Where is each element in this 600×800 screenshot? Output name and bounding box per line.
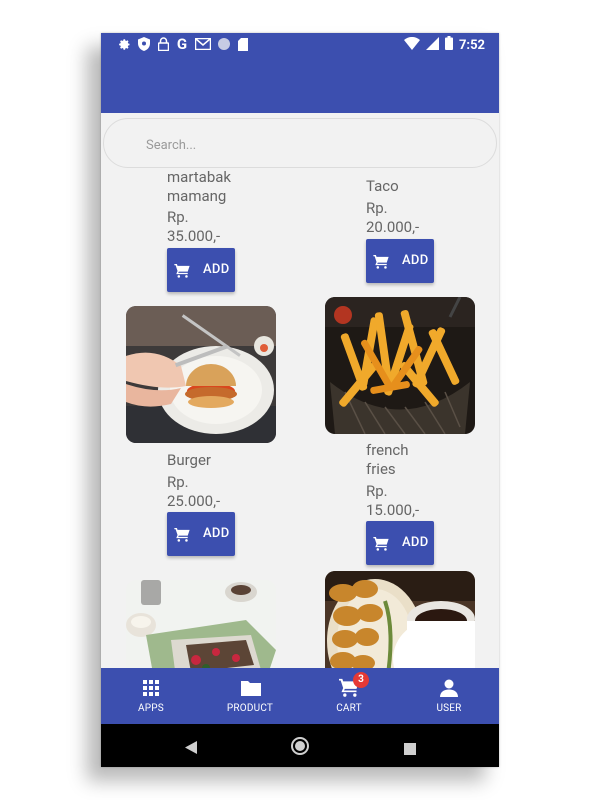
product-name: french fries: [366, 441, 409, 478]
nav-label: PRODUCT: [226, 703, 274, 714]
product-price: Rp. 25.000,-: [167, 473, 221, 510]
add-to-cart-button[interactable]: ADD: [167, 512, 235, 556]
add-button-label: ADD: [203, 262, 230, 277]
status-bar: G 7:52: [101, 33, 499, 57]
folder-icon: [240, 678, 261, 698]
recents-icon[interactable]: [404, 740, 416, 759]
nav-item-cart[interactable]: 3 CART: [309, 668, 389, 724]
back-icon[interactable]: [185, 739, 197, 758]
product-price: Rp. 35.000,-: [167, 208, 221, 245]
shield-icon: [138, 37, 150, 51]
status-time: 7:52: [458, 37, 485, 53]
system-nav-bar: [101, 724, 499, 767]
product-price: Rp. 15.000,-: [366, 482, 420, 519]
product-name: martabak mamang: [167, 168, 232, 205]
product-name: Taco: [366, 177, 399, 195]
battery-icon: [444, 36, 453, 54]
add-button-label: ADD: [402, 535, 429, 550]
circle-icon: [218, 37, 230, 51]
google-icon: G: [176, 35, 188, 53]
nav-label: USER: [436, 703, 462, 714]
product-price: Rp. 20.000,-: [366, 199, 420, 236]
french-fries-photo: [325, 297, 475, 434]
add-button-label: ADD: [203, 526, 230, 541]
grid-icon: [141, 678, 161, 698]
wifi-icon: [403, 36, 420, 54]
add-to-cart-button[interactable]: ADD: [366, 239, 434, 283]
add-button-label: ADD: [402, 253, 429, 268]
cart-icon: [174, 527, 190, 546]
gmail-icon: [195, 37, 211, 51]
cart-icon: [373, 254, 389, 273]
gear-icon: [119, 37, 131, 51]
person-icon: [439, 678, 459, 698]
signal-icon: [425, 36, 439, 54]
phone-screen: G 7:52 Search... martabak mamang Rp. 35.…: [101, 33, 499, 767]
nav-label: CART: [336, 703, 362, 714]
home-icon[interactable]: [291, 737, 309, 759]
nav-item-product[interactable]: PRODUCT: [210, 668, 290, 724]
cart-count-badge: 3: [353, 672, 369, 688]
cart-icon: [373, 536, 389, 555]
product-name: Burger: [167, 451, 212, 469]
nav-item-user[interactable]: USER: [409, 668, 489, 724]
burger-photo: [126, 306, 276, 443]
search-input[interactable]: [144, 133, 448, 157]
app-bar: [101, 57, 499, 113]
sdcard-icon: [237, 37, 249, 51]
search-bar[interactable]: [103, 118, 497, 168]
add-to-cart-button[interactable]: ADD: [366, 521, 434, 565]
cart-icon: [174, 263, 190, 282]
bottom-nav: APPS PRODUCT 3 CART USER: [101, 668, 499, 724]
lock-icon: [157, 37, 169, 51]
nav-item-apps[interactable]: APPS: [111, 668, 191, 724]
nav-label: APPS: [138, 703, 164, 714]
add-to-cart-button[interactable]: ADD: [167, 248, 235, 292]
